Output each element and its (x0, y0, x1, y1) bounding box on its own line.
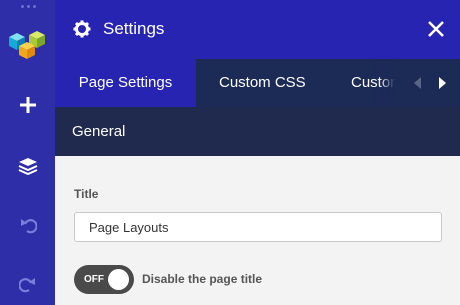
gear-icon (73, 20, 91, 38)
page-title: Settings (103, 19, 165, 38)
tab-bar: Page Settings Custom CSS Custom (55, 59, 460, 107)
drag-handle-icon[interactable] (10, 4, 46, 10)
toggle-knob (108, 269, 129, 290)
toggle-state-label: OFF (84, 274, 104, 285)
redo-icon[interactable] (0, 270, 55, 298)
section-header-general[interactable]: General (55, 107, 460, 156)
settings-header: Settings (55, 0, 460, 59)
toggle-label: Disable the page title (142, 272, 263, 286)
logo-cubes-icon (9, 31, 45, 59)
tab-custom-css[interactable]: Custom CSS (219, 59, 306, 107)
title-input[interactable] (74, 212, 442, 242)
tab-page-settings[interactable]: Page Settings (55, 59, 196, 107)
layers-icon[interactable] (0, 152, 55, 180)
chevron-right-icon[interactable] (431, 59, 453, 107)
sidebar (0, 0, 55, 305)
title-field-label: Title (74, 187, 99, 201)
close-icon[interactable] (427, 20, 445, 38)
add-icon[interactable] (0, 91, 55, 119)
undo-icon[interactable] (0, 211, 55, 239)
tab-scroll-controls (395, 59, 460, 107)
chevron-left-icon[interactable] (407, 59, 429, 107)
disable-title-toggle[interactable]: OFF (74, 265, 134, 294)
section-label: General (72, 123, 126, 140)
